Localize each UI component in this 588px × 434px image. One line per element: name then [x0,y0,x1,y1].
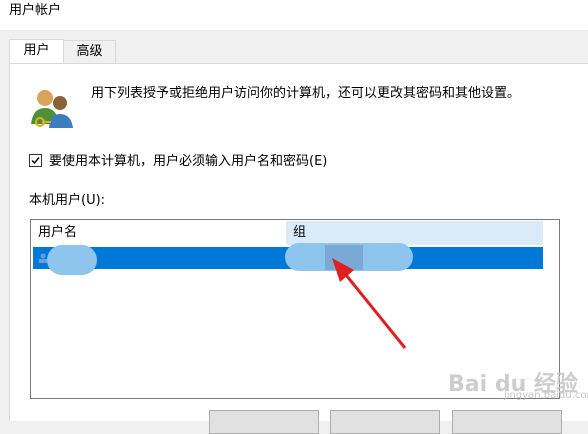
column-header-username[interactable]: 用户名 [32,221,287,245]
remove-button[interactable] [330,410,440,434]
column-header-group-label: 组 [293,225,307,240]
local-users-label: 本机用户(U): [29,193,106,208]
tab-users[interactable]: 用户 [9,39,64,64]
tab-advanced[interactable]: 高级 [63,40,116,63]
watermark-subtext: jingyan.baidu.com [504,390,588,401]
column-header-username-label: 用户名 [38,225,78,240]
require-login-checkbox[interactable] [29,154,42,167]
tab-users-label: 用户 [23,43,50,58]
properties-button[interactable] [452,410,562,434]
add-button[interactable] [209,410,319,434]
intro-text: 用下列表授予或拒绝用户访问你的计算机，还可以更改其密码和其他设置。 [91,86,521,101]
tab-strip: 用户 高级 [0,30,588,64]
users-icon [31,90,73,128]
username-redaction [47,245,97,275]
require-login-label: 要使用本计算机，用户必须输入用户名和密码(E) [49,154,328,169]
column-header-group[interactable]: 组 [287,221,543,245]
checkmark-icon [31,157,40,165]
baidu-watermark: Bai du 经验 jingyan.baidu.com [448,362,588,406]
table-row[interactable] [33,243,543,275]
window-title: 用户帐户 [9,3,62,18]
red-arrow-annotation [332,258,407,349]
tab-advanced-label: 高级 [76,44,103,59]
title-bar: 用户帐户 [0,0,588,30]
